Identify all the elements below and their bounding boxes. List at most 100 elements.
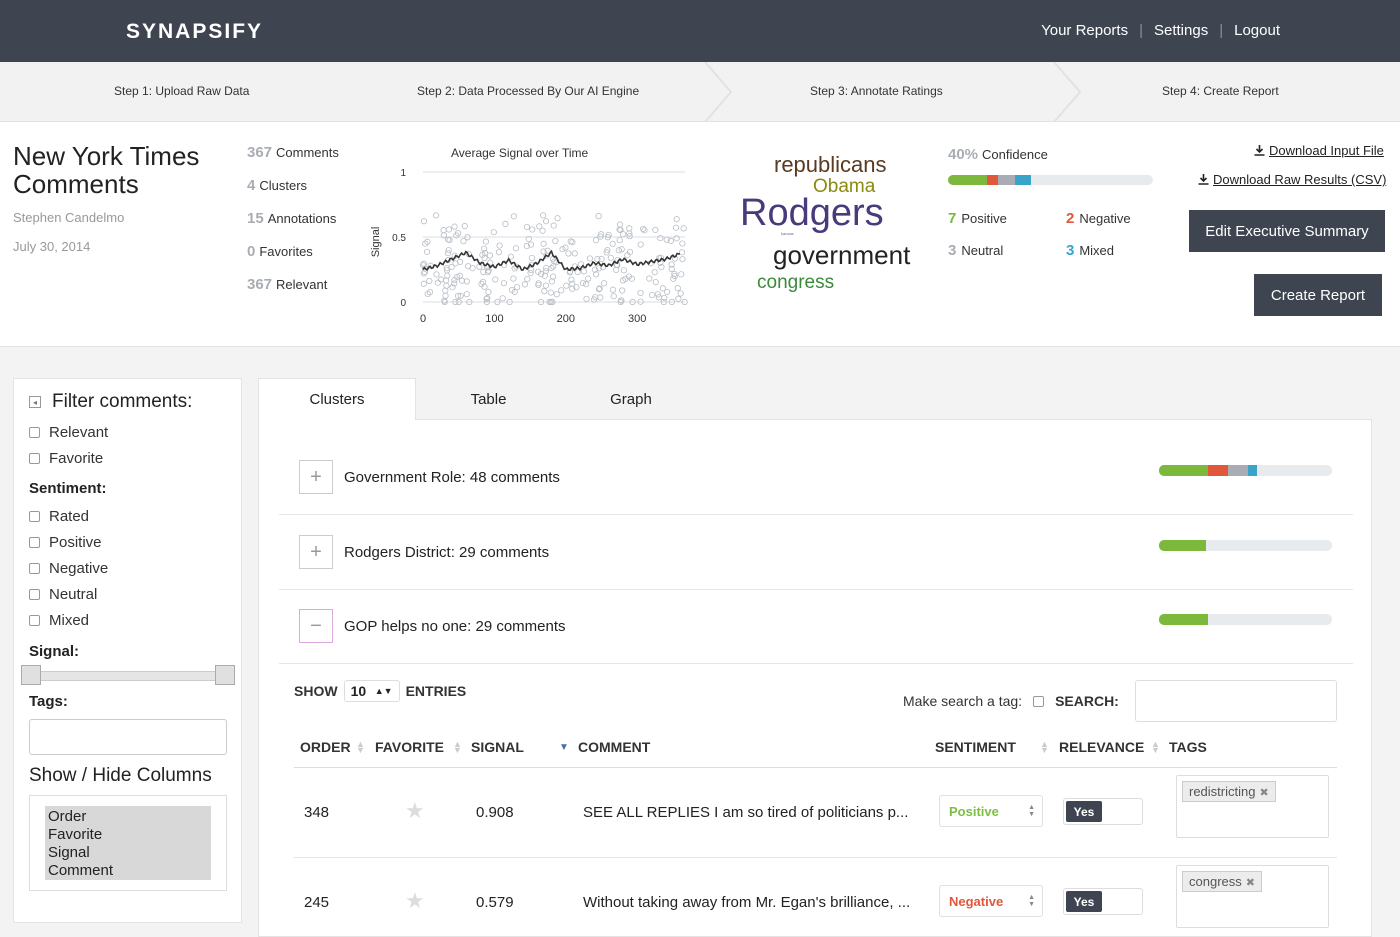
signal-slider-track[interactable]: [29, 671, 235, 681]
stat-label: Annotations: [267, 211, 337, 226]
summary-panel: New York Times Comments Stephen Candelmo…: [0, 122, 1400, 347]
word-republicans[interactable]: republicans: [774, 152, 887, 178]
mixed-count: 3 Mixed: [1066, 242, 1114, 259]
neutral-checkbox[interactable]: [29, 589, 40, 600]
expand-icon[interactable]: +: [299, 460, 333, 494]
favorite-checkbox[interactable]: [29, 453, 40, 464]
download-input-link[interactable]: Download Input File: [1254, 143, 1384, 158]
signal-chart: 0 0.5 1 0 100 200 300 Signal: [370, 168, 688, 325]
signal-slider-max-handle[interactable]: [215, 665, 235, 685]
mixed-label: Mixed: [49, 612, 90, 629]
relevance-toggle[interactable]: Yes: [1063, 798, 1143, 825]
filter-positive[interactable]: Positive: [29, 534, 102, 551]
data-point: [512, 245, 520, 252]
data-point: [541, 288, 548, 295]
table-row[interactable]: 348 ★ 0.908 SEE ALL REPLIES I am so tire…: [294, 768, 1337, 858]
cluster-sentiment-bar: [1159, 465, 1332, 476]
tab-graph[interactable]: Graph: [561, 378, 701, 420]
filter-negative[interactable]: Negative: [29, 560, 108, 577]
tags-field[interactable]: congress ✖: [1176, 865, 1329, 928]
col-signal[interactable]: SIGNAL: [471, 739, 524, 755]
word-rodgers[interactable]: Rodgers: [740, 192, 884, 235]
data-point: [547, 289, 554, 296]
step-1[interactable]: Step 1: Upload Raw Data: [114, 84, 249, 98]
cluster-label[interactable]: Government Role: 48 comments: [344, 469, 560, 486]
download-raw-label: Download Raw Results (CSV): [1213, 172, 1387, 187]
data-point: [657, 234, 664, 242]
filter-neutral[interactable]: Neutral: [29, 586, 97, 603]
negative-checkbox[interactable]: [29, 563, 40, 574]
signal-slider-min-handle[interactable]: [21, 665, 41, 685]
tab-clusters[interactable]: Clusters: [258, 378, 416, 420]
word-government[interactable]: government: [773, 240, 910, 271]
column-option[interactable]: Comment: [48, 862, 207, 880]
step-3[interactable]: Step 3: Annotate Ratings: [810, 84, 943, 98]
mixed-checkbox[interactable]: [29, 615, 40, 626]
sort-icon[interactable]: ▲ ▼: [1040, 740, 1049, 755]
rated-checkbox[interactable]: [29, 511, 40, 522]
data-point: [536, 223, 543, 230]
col-tags[interactable]: TAGS: [1169, 739, 1207, 755]
relevance-toggle[interactable]: Yes: [1063, 888, 1143, 915]
word-congress[interactable]: congress: [757, 272, 834, 294]
sort-desc-icon[interactable]: ▼: [559, 743, 569, 753]
search-input[interactable]: [1135, 680, 1337, 722]
comment-cell[interactable]: SEE ALL REPLIES I am so tired of politic…: [583, 804, 908, 821]
positive-checkbox[interactable]: [29, 537, 40, 548]
column-option[interactable]: Order: [48, 808, 207, 826]
bar-mixed: [1015, 175, 1031, 185]
filter-favorite[interactable]: Favorite: [29, 450, 103, 467]
relevant-checkbox[interactable]: [29, 427, 40, 438]
sort-icon[interactable]: ▲ ▼: [453, 740, 462, 755]
sentiment-select[interactable]: Negative ▲ ▼: [939, 885, 1043, 917]
create-report-button[interactable]: Create Report: [1254, 274, 1382, 316]
tab-table[interactable]: Table: [416, 378, 561, 420]
col-comment[interactable]: COMMENT: [578, 739, 650, 755]
col-relevance[interactable]: RELEVANCE: [1059, 739, 1144, 755]
neutral-number: 3: [948, 242, 957, 259]
sentiment-select[interactable]: Positive ▲ ▼: [939, 795, 1043, 827]
filter-rated[interactable]: Rated: [29, 508, 89, 525]
step-2[interactable]: Step 2: Data Processed By Our AI Engine: [417, 84, 639, 98]
updown-icon: ▲▼: [1028, 804, 1035, 818]
nav-logout[interactable]: Logout: [1234, 22, 1280, 39]
column-option[interactable]: Favorite: [48, 826, 207, 844]
step-4[interactable]: Step 4: Create Report: [1162, 84, 1279, 98]
remove-tag-icon[interactable]: ✖: [1259, 787, 1268, 799]
search-tag-checkbox[interactable]: [1033, 695, 1045, 707]
entries-select[interactable]: 10 ▲▼: [343, 680, 400, 702]
filter-relevant[interactable]: Relevant: [29, 424, 108, 441]
stat-number: 15: [247, 210, 264, 227]
collapse-icon[interactable]: ◂: [29, 396, 41, 408]
columns-listbox[interactable]: Order Favorite Signal Comment: [29, 795, 227, 891]
collapse-icon[interactable]: −: [299, 609, 333, 643]
comment-cell[interactable]: Without taking away from Mr. Egan's bril…: [583, 894, 910, 911]
col-sentiment[interactable]: SENTIMENT: [935, 739, 1016, 755]
col-order[interactable]: ORDER: [300, 739, 351, 755]
star-icon[interactable]: ★: [405, 798, 425, 824]
cluster-item: − GOP helps no one: 29 comments: [279, 589, 1353, 664]
data-point: [420, 218, 428, 225]
star-icon[interactable]: ★: [405, 888, 425, 914]
remove-tag-icon[interactable]: ✖: [1246, 877, 1255, 889]
filter-mixed[interactable]: Mixed: [29, 612, 89, 629]
tags-input[interactable]: [29, 719, 227, 755]
nav-settings[interactable]: Settings: [1154, 22, 1208, 39]
data-point: [609, 240, 616, 247]
tags-field[interactable]: redistricting ✖: [1176, 775, 1329, 838]
expand-icon[interactable]: +: [299, 535, 333, 569]
table-row[interactable]: 245 ★ 0.579 Without taking away from Mr.…: [294, 858, 1337, 937]
nav-your-reports[interactable]: Your Reports: [1041, 22, 1128, 39]
stat-annotations: 15 Annotations: [247, 210, 339, 243]
col-favorite[interactable]: FAVORITE: [375, 739, 444, 755]
column-option[interactable]: Signal: [48, 844, 207, 862]
word-kansas[interactable]: kansas: [781, 231, 794, 236]
sort-icon[interactable]: ▲ ▼: [1151, 740, 1160, 755]
stat-number: 4: [247, 177, 256, 194]
edit-executive-summary-button[interactable]: Edit Executive Summary: [1189, 210, 1385, 252]
cluster-label[interactable]: GOP helps no one: 29 comments: [344, 618, 566, 635]
cluster-label[interactable]: Rodgers District: 29 comments: [344, 544, 549, 561]
page-title: New York Times Comments: [13, 142, 199, 198]
sort-icon[interactable]: ▲ ▼: [356, 740, 365, 755]
download-raw-link[interactable]: Download Raw Results (CSV): [1198, 172, 1386, 187]
